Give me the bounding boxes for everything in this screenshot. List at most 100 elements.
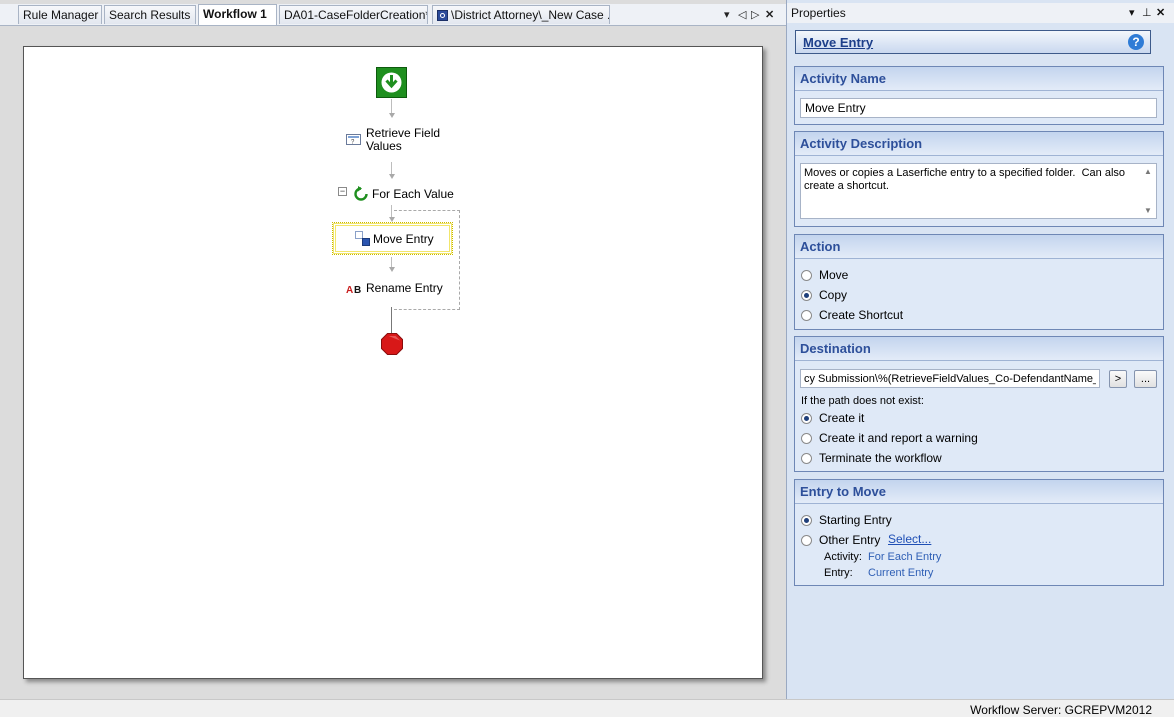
connector-arrow bbox=[389, 217, 395, 222]
tab-label: \District Attorney\_New Case ... bbox=[451, 8, 610, 22]
radio-button[interactable] bbox=[801, 515, 812, 526]
tab-label: Rule Manager bbox=[23, 8, 99, 22]
radio-button[interactable] bbox=[801, 270, 812, 281]
radio-button[interactable] bbox=[801, 535, 812, 546]
entry-to-move-section: Entry to Move Starting Entry Other Entry… bbox=[794, 479, 1164, 586]
svg-text:B: B bbox=[354, 285, 361, 295]
for-each-value-node[interactable]: − For Each Value bbox=[338, 186, 468, 204]
action-copy-radio[interactable]: Copy bbox=[801, 287, 847, 303]
description-scrollbar[interactable]: ▲ ▼ bbox=[1141, 164, 1155, 218]
radio-button[interactable] bbox=[801, 433, 812, 444]
destination-section: Destination > ... If the path does not e… bbox=[794, 336, 1164, 472]
activity-name-section: Activity Name bbox=[794, 66, 1164, 125]
start-arrow-icon bbox=[381, 72, 402, 93]
document-area: Rule Manager Search Results Workflow 1 D… bbox=[0, 0, 786, 699]
radio-label: Starting Entry bbox=[819, 513, 892, 527]
panel-dropdown-icon[interactable]: ▾ bbox=[1129, 6, 1135, 19]
tab-da01-casefoldercreation[interactable]: DA01-CaseFolderCreation* bbox=[279, 5, 428, 24]
tab-search-results[interactable]: Search Results bbox=[104, 5, 196, 24]
entry-field-value[interactable]: Current Entry bbox=[868, 567, 933, 579]
insert-token-button[interactable]: > bbox=[1109, 370, 1127, 388]
radio-label: Other Entry bbox=[819, 533, 881, 547]
workflow-doc-icon bbox=[437, 10, 448, 21]
other-entry-radio[interactable]: Other Entry bbox=[801, 532, 880, 548]
activity-header: Move Entry ? bbox=[795, 30, 1151, 54]
tab-list-dropdown-icon[interactable]: ▾ bbox=[724, 8, 730, 21]
create-and-warn-radio[interactable]: Create it and report a warning bbox=[801, 430, 978, 446]
section-header[interactable]: Activity Name bbox=[795, 67, 1163, 91]
collapse-icon[interactable]: − bbox=[338, 187, 347, 196]
tab-label: DA01-CaseFolderCreation* bbox=[284, 8, 428, 22]
section-header[interactable]: Activity Description bbox=[795, 132, 1163, 156]
scroll-down-icon[interactable]: ▼ bbox=[1144, 206, 1152, 215]
radio-label: Move bbox=[819, 268, 849, 282]
radio-label: Create Shortcut bbox=[819, 308, 904, 322]
rename-entry-node[interactable]: A B Rename Entry bbox=[346, 281, 446, 297]
close-tab-icon[interactable]: ✕ bbox=[765, 8, 774, 21]
create-it-radio[interactable]: Create it bbox=[801, 410, 864, 426]
connector-arrow bbox=[389, 174, 395, 179]
activity-field-value[interactable]: For Each Entry bbox=[868, 551, 941, 563]
scroll-tabs-left-icon[interactable]: ◁ bbox=[738, 8, 746, 21]
node-label: Move Entry bbox=[373, 232, 434, 246]
properties-title: Properties bbox=[791, 6, 846, 20]
tab-district-attorney-new-case[interactable]: \District Attorney\_New Case ... bbox=[432, 5, 610, 24]
terminate-workflow-radio[interactable]: Terminate the workflow bbox=[801, 450, 942, 466]
radio-label: Create it bbox=[819, 411, 865, 425]
tab-label: Search Results bbox=[109, 8, 191, 22]
action-move-radio[interactable]: Move bbox=[801, 267, 848, 283]
scroll-tabs-right-icon[interactable]: ▷ bbox=[751, 8, 759, 21]
scroll-up-icon[interactable]: ▲ bbox=[1144, 167, 1152, 176]
connector bbox=[391, 307, 392, 333]
entry-field-label: Entry: bbox=[824, 567, 853, 579]
stop-icon bbox=[381, 333, 403, 355]
connector-arrow bbox=[389, 113, 395, 118]
connector-arrow bbox=[389, 267, 395, 272]
help-icon[interactable]: ? bbox=[1128, 34, 1144, 50]
radio-label: Terminate the workflow bbox=[819, 451, 942, 465]
activity-description-textarea[interactable]: Moves or copies a Laserfiche entry to a … bbox=[800, 163, 1157, 219]
properties-panel: Properties ▾ ⊥ ✕ Move Entry ? Activity N… bbox=[786, 0, 1174, 699]
node-label: For Each Value bbox=[372, 187, 454, 201]
move-entry-icon bbox=[355, 231, 370, 246]
radio-label: Create it and report a warning bbox=[819, 431, 978, 445]
svg-text:A: A bbox=[346, 285, 353, 295]
radio-button[interactable] bbox=[801, 310, 812, 321]
path-missing-label: If the path does not exist: bbox=[801, 395, 924, 407]
browse-button[interactable]: ... bbox=[1134, 370, 1157, 388]
retrieve-field-values-node[interactable]: ? Retrieve Field Values bbox=[346, 127, 456, 155]
status-bar: Workflow Server: GCREPVM2012 bbox=[0, 699, 1174, 717]
loop-icon bbox=[354, 186, 368, 201]
starting-entry-radio[interactable]: Starting Entry bbox=[801, 512, 892, 528]
move-entry-node[interactable]: Move Entry bbox=[332, 222, 453, 255]
designer-pane: ? Retrieve Field Values − For Each Value bbox=[0, 26, 784, 699]
radio-button[interactable] bbox=[801, 453, 812, 464]
tab-workflow-1[interactable]: Workflow 1 bbox=[198, 4, 277, 25]
section-header[interactable]: Action bbox=[795, 235, 1163, 259]
rename-entry-icon: A B bbox=[346, 285, 361, 295]
end-node[interactable] bbox=[381, 333, 403, 355]
tab-label: Workflow 1 bbox=[203, 7, 267, 21]
radio-button[interactable] bbox=[801, 290, 812, 301]
activity-name-input[interactable] bbox=[800, 98, 1157, 118]
action-create-shortcut-radio[interactable]: Create Shortcut bbox=[801, 307, 903, 323]
activity-field-label: Activity: bbox=[824, 551, 862, 563]
close-panel-icon[interactable]: ✕ bbox=[1156, 6, 1165, 19]
action-section: Action Move Copy Create Shortcut bbox=[794, 234, 1164, 330]
activity-title-link[interactable]: Move Entry bbox=[803, 35, 873, 50]
select-entry-link[interactable]: Select... bbox=[888, 532, 931, 546]
retrieve-field-icon: ? bbox=[346, 134, 361, 145]
radio-label: Copy bbox=[819, 288, 848, 302]
tab-rule-manager[interactable]: Rule Manager bbox=[18, 5, 102, 24]
properties-titlebar: Properties ▾ ⊥ ✕ bbox=[787, 3, 1174, 23]
activity-description-section: Activity Description Moves or copies a L… bbox=[794, 131, 1164, 227]
start-node[interactable] bbox=[376, 67, 407, 98]
section-header[interactable]: Destination bbox=[795, 337, 1163, 361]
node-label: Rename Entry bbox=[366, 281, 443, 295]
section-header[interactable]: Entry to Move bbox=[795, 480, 1163, 504]
radio-button[interactable] bbox=[801, 413, 812, 424]
document-tabstrip: Rule Manager Search Results Workflow 1 D… bbox=[0, 4, 786, 26]
destination-path-input[interactable] bbox=[800, 369, 1100, 388]
pin-icon[interactable]: ⊥ bbox=[1142, 6, 1152, 19]
workflow-canvas[interactable]: ? Retrieve Field Values − For Each Value bbox=[23, 46, 763, 679]
